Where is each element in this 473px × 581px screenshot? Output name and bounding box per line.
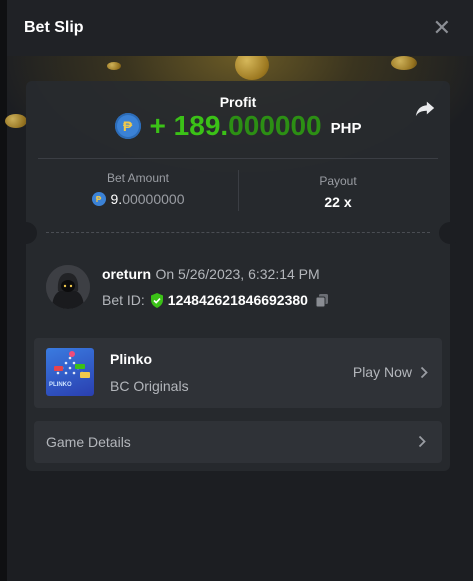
chevron-right-icon	[420, 366, 428, 378]
plinko-thumbnail: PLINKO	[46, 348, 94, 396]
bet-date: On 5/26/2023, 6:32:14 PM	[155, 266, 320, 282]
thumb-label: PLINKO	[49, 382, 72, 388]
coin-decoration	[5, 114, 27, 128]
profit-label: Profit	[219, 94, 257, 110]
bet-amount-main: 9.	[110, 191, 123, 207]
bet-id-label: Bet ID:	[102, 292, 145, 308]
game-provider: BC Originals	[110, 378, 189, 394]
game-details-label: Game Details	[46, 434, 131, 450]
bet-amount-label: Bet Amount	[106, 171, 170, 185]
bet-id-row: Bet ID: 124842621846692380	[102, 292, 329, 308]
play-now-button[interactable]: Play Now	[353, 364, 428, 380]
hooded-avatar-icon	[46, 265, 90, 309]
peso-coin-icon: ₱	[91, 192, 106, 206]
share-icon[interactable]	[414, 97, 436, 119]
ticket-notch-left	[15, 222, 37, 244]
user-line: oreturn On 5/26/2023, 6:32:14 PM	[102, 266, 329, 284]
profit-value: + 189.000000	[150, 110, 322, 142]
dashed-divider	[46, 232, 430, 233]
bet-amount-value: ₱ 9. 00000000	[38, 191, 238, 207]
plinko-pyramid-icon	[54, 351, 90, 378]
bet-slip-modal: Bet Slip ✕ Profit ₱ + 189.000000 PHP Bet…	[5, 0, 473, 581]
user-row: oreturn On 5/26/2023, 6:32:14 PM Bet ID:…	[46, 265, 329, 309]
profit-sign: +	[149, 110, 174, 141]
profit-decimals: 000000	[228, 110, 322, 141]
game-name: Plinko	[110, 351, 153, 367]
bet-amount-decimals: 00000000	[122, 191, 185, 207]
username[interactable]: oreturn	[102, 266, 151, 282]
copy-icon[interactable]	[315, 293, 329, 308]
chevron-right-icon	[418, 435, 426, 448]
bet-amount-stat: Bet Amount ₱ 9. 00000000	[38, 171, 238, 207]
coin-decoration	[107, 62, 121, 70]
payout-label: Payout	[319, 174, 357, 188]
payout-stat: Payout 22 x	[238, 174, 438, 210]
modal-title: Bet Slip	[24, 19, 84, 36]
bet-id: 124842621846692380	[167, 292, 308, 308]
ticket-notch-right	[439, 222, 461, 244]
profit-main: 189.	[173, 110, 229, 141]
avatar[interactable]	[46, 265, 90, 309]
close-icon[interactable]: ✕	[433, 17, 451, 39]
profit-currency: PHP	[330, 119, 362, 137]
modal-header: Bet Slip ✕	[7, 0, 473, 56]
user-info: oreturn On 5/26/2023, 6:32:14 PM Bet ID:…	[102, 266, 329, 308]
play-now-label: Play Now	[352, 364, 412, 380]
profit-row: ₱ + 189.000000 PHP	[26, 110, 450, 142]
divider	[38, 158, 438, 159]
peso-coin-icon: ₱	[114, 113, 141, 139]
game-row[interactable]: PLINKO Plinko BC Originals Play Now	[34, 338, 442, 408]
bet-card: Profit ₱ + 189.000000 PHP Bet Amount ₱ 9…	[15, 81, 461, 471]
coin-decoration	[391, 56, 417, 70]
game-details-button[interactable]: Game Details	[34, 421, 442, 463]
payout-value: 22 x	[324, 194, 352, 210]
verified-shield-icon	[150, 292, 163, 308]
